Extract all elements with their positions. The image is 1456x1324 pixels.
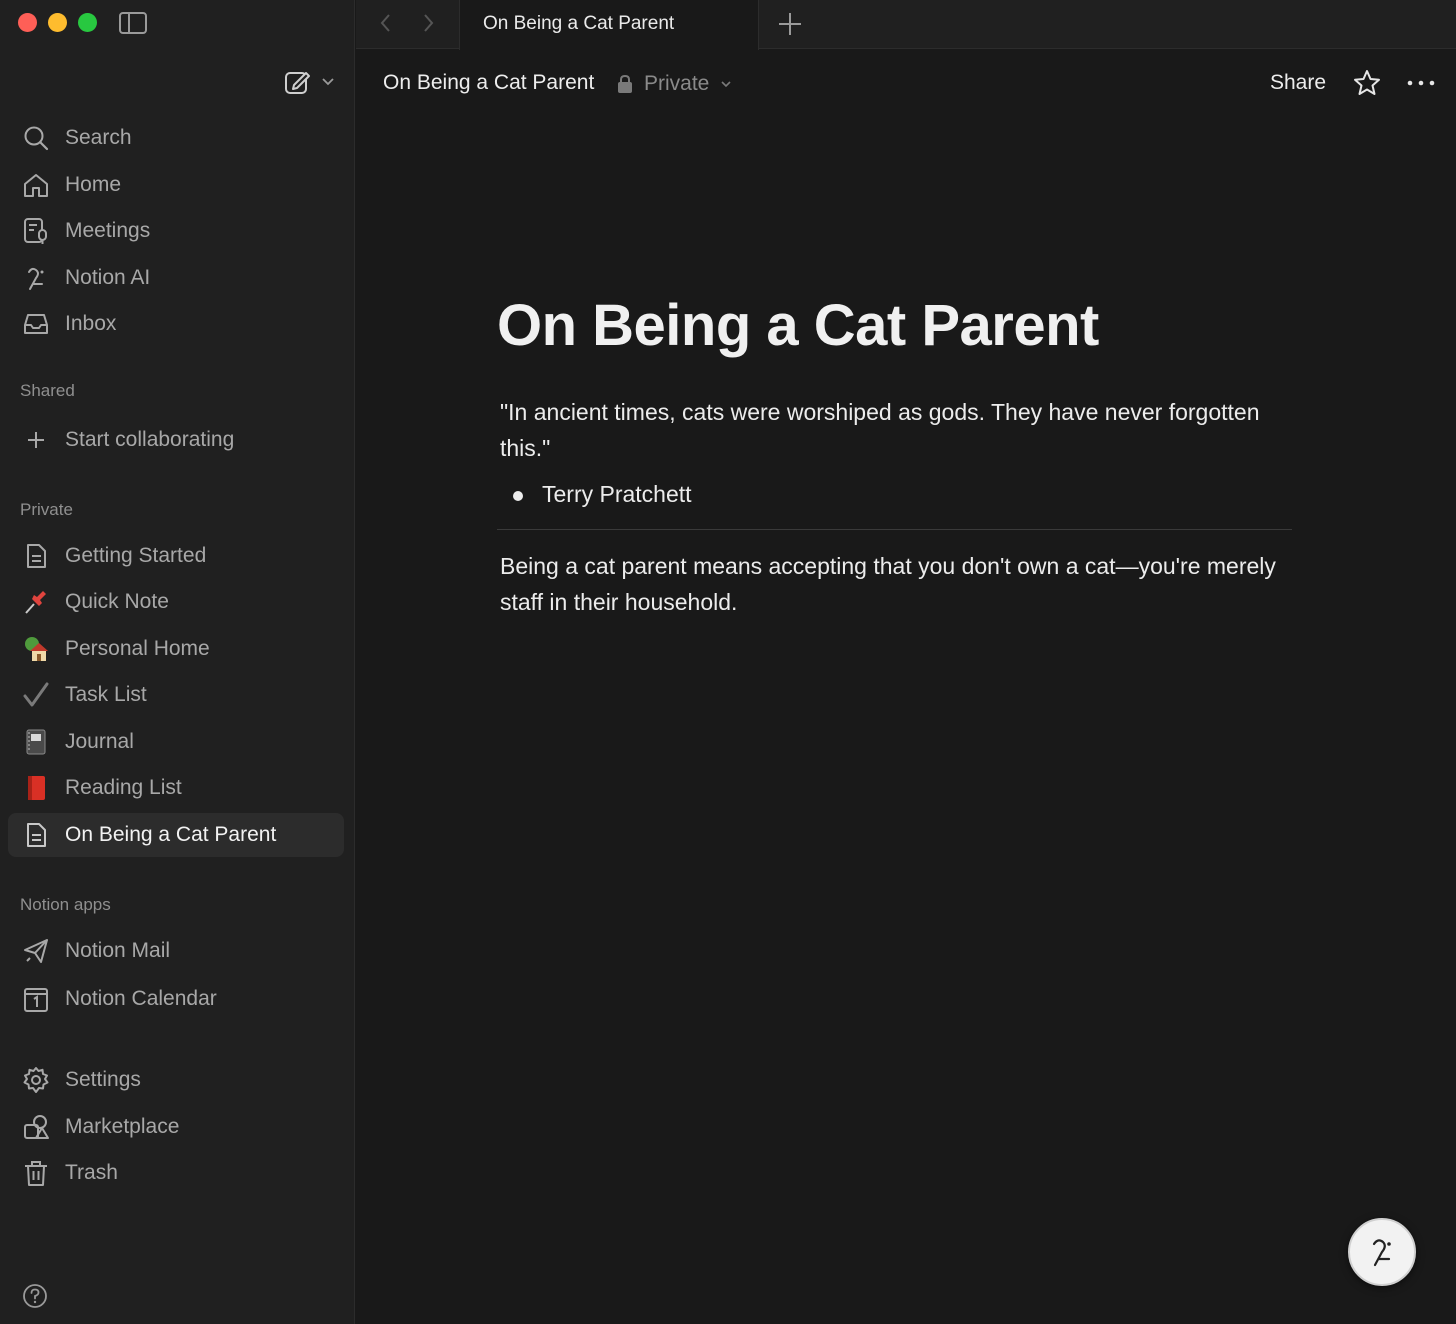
privacy-dropdown[interactable]: Private (616, 70, 733, 98)
sidebar-toggle-icon[interactable] (118, 10, 148, 36)
more-options-icon[interactable] (1404, 70, 1438, 96)
sidebar-item-personal-home[interactable]: Personal Home (8, 627, 344, 671)
tab-title: On Being a Cat Parent (483, 13, 675, 34)
page-title[interactable]: On Being a Cat Parent (497, 292, 1099, 359)
sidebar-item-reading-list[interactable]: Reading List (8, 766, 344, 810)
sidebar-item-start-collaborating[interactable]: Start collaborating (8, 418, 344, 462)
notion-window: Search Home Meetings Notion AI Inbox Sha… (0, 0, 1456, 1324)
sidebar-item-settings[interactable]: Settings (8, 1058, 344, 1102)
sidebar-item-label: Home (65, 173, 122, 196)
sidebar-item-inbox[interactable]: Inbox (8, 302, 344, 346)
sidebar-item-trash[interactable]: Trash (8, 1151, 344, 1195)
sidebar-item-label: On Being a Cat Parent (65, 823, 277, 846)
bullet-dot (513, 491, 523, 501)
privacy-label: Private (644, 72, 710, 95)
sidebar-item-on-being-a-cat-parent[interactable]: On Being a Cat Parent (8, 813, 344, 857)
sidebar-item-label: Trash (65, 1161, 118, 1184)
sidebar-item-label: Marketplace (65, 1115, 180, 1138)
sidebar-item-label: Personal Home (65, 637, 210, 660)
page-icon (27, 544, 46, 568)
inbox-icon (24, 314, 48, 334)
marketplace-icon (24, 1115, 49, 1139)
share-button[interactable]: Share (1270, 71, 1326, 95)
sidebar-item-journal[interactable]: Journal (8, 720, 344, 764)
section-label-shared: Shared (20, 381, 75, 400)
sidebar-item-search[interactable]: Search (8, 116, 344, 160)
sidebar-item-home[interactable]: Home (8, 163, 344, 207)
sidebar-item-label: Task List (65, 683, 147, 706)
notion-ai-button[interactable] (1348, 1218, 1416, 1286)
chevron-down-icon[interactable] (320, 74, 336, 90)
meetings-icon (24, 218, 47, 244)
divider (497, 529, 1292, 530)
back-arrow-icon[interactable] (374, 11, 398, 35)
red-book-icon (28, 776, 45, 800)
new-page-icon[interactable] (282, 68, 312, 98)
checkmark-icon (23, 682, 49, 707)
forward-arrow-icon[interactable] (416, 11, 440, 35)
close-window-button[interactable] (18, 13, 37, 32)
sidebar-item-label: Notion AI (65, 266, 151, 289)
quote-block[interactable]: "In ancient times, cats were worshiped a… (500, 394, 1260, 466)
mail-icon (24, 939, 48, 963)
sidebar-item-label: Search (65, 126, 132, 149)
sidebar-item-label: Meetings (65, 219, 151, 242)
window-controls (18, 13, 97, 32)
search-icon (24, 126, 49, 151)
sidebar-item-quick-note[interactable]: Quick Note (8, 580, 344, 624)
lock-icon (618, 74, 632, 93)
plus-icon (28, 432, 44, 448)
sidebar-item-label: Inbox (65, 312, 117, 335)
notion-ai-face-icon (1372, 1239, 1391, 1267)
sidebar-item-label: Reading List (65, 776, 182, 799)
calendar-icon (24, 988, 48, 1012)
star-icon[interactable] (1352, 68, 1382, 98)
minimize-window-button[interactable] (48, 13, 67, 32)
house-icon (25, 637, 48, 661)
sidebar-item-meetings[interactable]: Meetings (8, 209, 344, 253)
help-icon[interactable] (22, 1283, 48, 1309)
sidebar-item-notion-ai[interactable]: Notion AI (8, 256, 344, 300)
sidebar-item-label: Journal (65, 730, 134, 753)
sidebar-item-label: Settings (65, 1068, 141, 1091)
sidebar-item-label: Notion Mail (65, 939, 171, 962)
page-icon (27, 823, 46, 847)
zoom-window-button[interactable] (78, 13, 97, 32)
notebook-icon (26, 729, 46, 755)
notion-ai-icon (28, 267, 44, 290)
sidebar-item-notion-mail[interactable]: Notion Mail (8, 929, 344, 973)
section-label-notion-apps: Notion apps (20, 895, 111, 914)
sidebar-item-getting-started[interactable]: Getting Started (8, 534, 344, 578)
bullet-text: Terry Pratchett (542, 481, 692, 507)
sidebar-item-label: Start collaborating (65, 428, 235, 451)
new-tab-plus-icon[interactable] (776, 10, 804, 38)
sidebar-item-marketplace[interactable]: Marketplace (8, 1105, 344, 1149)
sidebar: Search Home Meetings Notion AI Inbox Sha… (0, 0, 355, 1324)
tab-active[interactable]: On Being a Cat Parent (459, 0, 759, 50)
tab-bar: On Being a Cat Parent (356, 0, 1456, 50)
chevron-down-icon (721, 81, 731, 88)
sidebar-item-notion-calendar[interactable]: Notion Calendar (8, 977, 344, 1021)
section-label-private: Private (20, 500, 73, 519)
trash-icon (25, 1161, 47, 1186)
sidebar-item-task-list[interactable]: Task List (8, 673, 344, 717)
paragraph-block[interactable]: Being a cat parent means accepting that … (500, 548, 1280, 620)
sidebar-item-label: Getting Started (65, 544, 207, 567)
gear-icon (23, 1067, 49, 1093)
breadcrumb-page-title[interactable]: On Being a Cat Parent (383, 71, 594, 95)
pushpin-icon (25, 591, 46, 614)
home-icon (24, 174, 48, 197)
sidebar-item-label: Quick Note (65, 590, 169, 613)
sidebar-item-label: Notion Calendar (65, 987, 217, 1010)
